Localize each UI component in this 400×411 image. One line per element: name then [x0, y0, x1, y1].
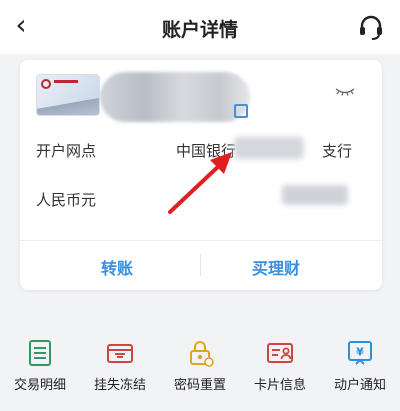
password-reset-icon — [190, 341, 214, 367]
quick-item-label: 密码重置 — [173, 378, 226, 393]
quick-item-card-info[interactable]: 卡片信息 — [240, 338, 320, 398]
card-info-icon — [267, 343, 293, 363]
card-divider — [20, 240, 382, 241]
buy-wealth-button[interactable]: 买理财 — [252, 255, 300, 279]
quick-item-label: 动户通知 — [333, 378, 386, 393]
report-loss-freeze-icon — [107, 344, 133, 363]
masked-account-number — [100, 72, 250, 122]
account-activity-notice-icon: ¥ — [348, 341, 372, 365]
quick-item-report-loss-freeze[interactable]: 挂失冻结 — [80, 338, 160, 398]
hide-eye-icon[interactable] — [334, 86, 356, 96]
quick-item-account-activity-notice[interactable]: ¥ 动户通知 — [320, 338, 400, 398]
action-separator — [200, 254, 201, 276]
quick-item-password-reset[interactable]: 密码重置 — [160, 338, 240, 398]
branch-label: 开户网点 — [36, 142, 97, 160]
header-bar: ‹ 账户详情 — [0, 0, 400, 54]
bank-card-thumbnail — [36, 74, 100, 116]
branch-value-start: 中国银行 — [176, 142, 237, 160]
branch-value-end: 支行 — [322, 142, 353, 160]
quick-item-transaction-detail[interactable]: 交易明细 — [0, 338, 80, 398]
transfer-button[interactable]: 转账 — [101, 255, 133, 279]
page-title: 账户详情 — [161, 19, 238, 41]
currency-label: 人民币元 — [36, 191, 97, 209]
bank-logo-icon — [41, 79, 51, 89]
account-card — [20, 60, 382, 290]
quick-item-label: 卡片信息 — [253, 378, 306, 393]
quick-item-label: 交易明细 — [13, 378, 66, 393]
masked-branch-name — [234, 137, 304, 159]
edit-icon[interactable] — [234, 104, 248, 118]
quick-item-label: 挂失冻结 — [93, 378, 146, 393]
customer-service-headset-icon[interactable] — [356, 12, 386, 42]
quick-action-menu: 交易明细 挂失冻结 密码重置 卡片信息 ¥ 动户通知 — [0, 322, 400, 411]
masked-balance — [282, 185, 348, 205]
transaction-detail-icon — [29, 340, 51, 366]
svg-text:¥: ¥ — [356, 346, 364, 359]
